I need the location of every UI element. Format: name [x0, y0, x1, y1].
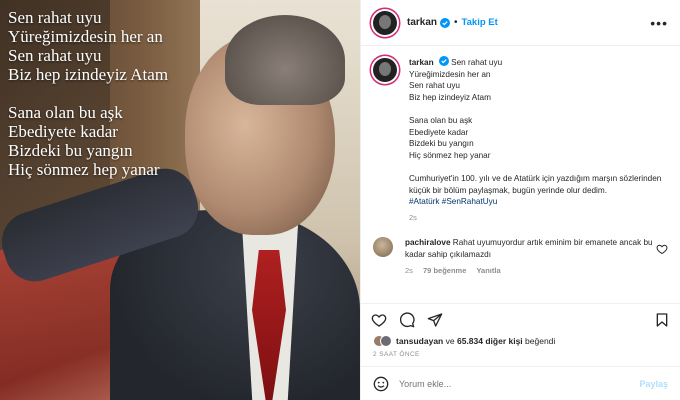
verified-badge-icon: [438, 56, 449, 66]
caption-username[interactable]: tarkan: [409, 58, 434, 67]
caption-paragraph: Cumhuriyet'in 100. yılı ve de Atatürk iç…: [409, 173, 662, 195]
likes-suffix: beğendi: [525, 336, 556, 346]
comment-meta: 2s 79 beğenme Yanıtla: [405, 265, 656, 277]
comment-like-heart-icon[interactable]: [656, 243, 668, 255]
portrait-hair: [225, 15, 345, 105]
commenter-avatar[interactable]: [373, 237, 393, 258]
author-avatar[interactable]: [373, 10, 397, 35]
caption-hashtags[interactable]: #Atatürk #SenRahatUyu: [409, 196, 668, 208]
caption-line: Hiç sönmez hep yanar: [409, 150, 491, 160]
caption-row: tarkan Sen rahat uyu Yüreğimizdesin her …: [373, 56, 668, 223]
likes-others-count[interactable]: 65.834 diğer kişi: [457, 336, 523, 346]
caption-gap: [409, 103, 668, 115]
caption-gap: [409, 161, 668, 173]
comment-input[interactable]: [399, 378, 640, 389]
comment-likes[interactable]: 79 beğenme: [423, 266, 466, 275]
author-username[interactable]: tarkan: [407, 17, 437, 28]
likes-text: tansudayan ve 65.834 diğer kişi beğendi: [396, 336, 555, 346]
comment-line: pachiralove Rahat uyumuyordur artık emin…: [405, 237, 656, 260]
comment-username[interactable]: pachiralove: [405, 238, 451, 247]
comments-section: tarkan Sen rahat uyu Yüreğimizdesin her …: [361, 46, 680, 303]
comment-composer: Paylaş: [361, 366, 680, 400]
caption-line: Bizdeki bu yangın: [409, 139, 474, 149]
caption-age: 2s: [409, 212, 417, 222]
verse-line: Sana olan bu aşk: [8, 103, 123, 122]
post-header: tarkan • Takip Et •••: [361, 0, 680, 46]
caption-line: Sen rahat uyu: [451, 58, 503, 67]
comment-bubble-icon[interactable]: [399, 311, 415, 328]
verse-line: Yüreğimizdesin her an: [8, 27, 163, 46]
liker-username[interactable]: tansudayan: [396, 336, 443, 346]
verse-line: Biz hep izindeyiz Atam: [8, 65, 169, 84]
comment-body: pachiralove Rahat uyumuyordur artık emin…: [405, 237, 656, 276]
post-image[interactable]: Sen rahat uyu Yüreğimizdesin her an Sen …: [0, 0, 360, 400]
verse-line: Hiç sönmez hep yanar: [8, 160, 160, 179]
emoji-smiley-icon[interactable]: [373, 376, 389, 392]
verse-line: Bizdeki bu yangın: [8, 141, 133, 160]
comment-age: 2s: [405, 265, 413, 275]
like-heart-icon[interactable]: [371, 312, 387, 328]
image-verse-text: Sen rahat uyu Yüreğimizdesin her an Sen …: [8, 8, 168, 179]
verse-gap: [8, 84, 168, 103]
caption-first-line: tarkan Sen rahat uyu: [409, 56, 668, 69]
caption-text: tarkan Sen rahat uyu Yüreğimizdesin her …: [409, 56, 668, 223]
caption-line: Ebediyete kadar: [409, 127, 469, 137]
caption-line: Yüreğimizdesin her an: [409, 69, 491, 79]
verse-line: Sen rahat uyu: [8, 8, 102, 27]
liker-avatar: [380, 335, 392, 347]
action-bar: [361, 303, 680, 335]
caption-line: Sen rahat uyu: [409, 81, 460, 91]
verse-line: Ebediyete kadar: [8, 122, 118, 141]
save-bookmark-icon[interactable]: [654, 312, 670, 328]
comment-row: pachiralove Rahat uyumuyordur artık emin…: [373, 237, 668, 276]
likes-connector: ve: [445, 336, 455, 346]
caption-line: Biz hep izindeyiz Atam: [409, 92, 491, 102]
follow-button[interactable]: Takip Et: [462, 17, 498, 28]
verse-line: Sen rahat uyu: [8, 46, 102, 65]
caption-meta: 2s: [409, 212, 668, 224]
instagram-post: Sen rahat uyu Yüreğimizdesin her an Sen …: [0, 0, 680, 400]
share-paper-plane-icon[interactable]: [427, 312, 443, 328]
likes-summary: tansudayan ve 65.834 diğer kişi beğendi: [361, 335, 680, 347]
more-options-icon[interactable]: •••: [650, 15, 668, 31]
verified-badge-icon: [440, 17, 451, 28]
separator-dot: •: [454, 17, 458, 28]
post-side-panel: tarkan • Takip Et ••• tarkan Sen rahat u…: [360, 0, 680, 400]
reply-button[interactable]: Yanıtla: [476, 266, 500, 275]
caption-avatar[interactable]: [373, 58, 397, 82]
post-timestamp: 2 SAAT ÖNCE: [373, 351, 420, 358]
post-comment-button[interactable]: Paylaş: [639, 379, 668, 389]
caption-line: Sana olan bu aşk: [409, 115, 473, 125]
